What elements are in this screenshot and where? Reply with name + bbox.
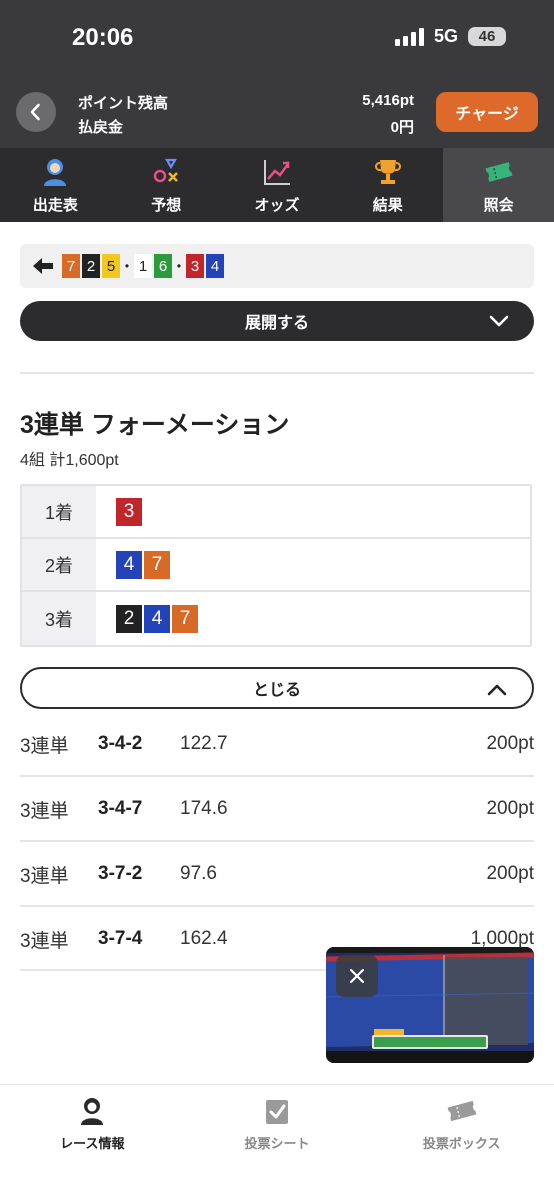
expand-label: 展開する xyxy=(244,315,309,332)
boat-number: 7 xyxy=(144,550,170,579)
bet-type: 3連単 xyxy=(20,930,69,952)
tab-label: 照会 xyxy=(483,196,514,214)
app-header: 20:06 5G 46 ポイント残高 払戻金 5,416pt 0円 チャージ xyxy=(0,0,554,148)
formation-row: 2着 4 7 xyxy=(22,539,530,592)
bet-row: 3連単 3-4-2 122.7 200pt xyxy=(20,712,534,776)
points-value: 5,416pt xyxy=(362,92,414,109)
close-icon xyxy=(349,968,365,984)
status-time: 20:06 xyxy=(72,24,134,51)
refund-label: 払戻金 xyxy=(78,119,124,136)
course-order-strip: 7 2 5 • 1 6 • 3 4 xyxy=(20,244,534,288)
nav-race-info[interactable]: レース情報 xyxy=(0,1085,185,1200)
bet-combination: 3-7-4 xyxy=(98,928,143,949)
section-divider xyxy=(20,372,534,374)
tab-results[interactable]: 結果 xyxy=(332,148,443,222)
place-label: 2着 xyxy=(22,539,96,590)
bet-combination: 3-7-2 xyxy=(98,863,143,884)
bet-combination: 3-4-2 xyxy=(98,733,143,754)
tab-odds[interactable]: オッズ xyxy=(222,148,333,222)
bet-summary: 4組 計1,600pt xyxy=(20,452,119,469)
racer-info-icon xyxy=(81,1098,104,1125)
tab-inquiry[interactable]: 照会 xyxy=(443,148,554,222)
signal-icon xyxy=(394,27,424,46)
bet-amount: 200pt xyxy=(486,863,534,884)
ticket-icon xyxy=(485,161,512,182)
bet-type: 3連単 xyxy=(20,735,69,757)
close-video-button[interactable] xyxy=(336,955,378,997)
tab-label: 出走表 xyxy=(32,196,78,214)
boat-number: 5 xyxy=(102,254,120,278)
formation-table: 1着 3 2着 4 7 3着 2 4 7 xyxy=(20,484,532,647)
boat-number: 2 xyxy=(116,604,142,633)
place-label: 1着 xyxy=(22,486,96,537)
collapse-button[interactable]: とじる xyxy=(20,667,534,709)
prediction-icon xyxy=(153,158,179,182)
bet-combination: 3-4-7 xyxy=(98,798,143,819)
separator-dot: • xyxy=(124,259,130,273)
trophy-icon xyxy=(374,159,401,184)
vote-box-icon xyxy=(447,1100,477,1122)
boat-number: 3 xyxy=(116,497,142,526)
bet-title: 3連単 フォーメーション xyxy=(20,411,290,439)
refund-value: 0円 xyxy=(390,119,414,136)
tab-prediction[interactable]: 予想 xyxy=(111,148,222,222)
chevron-left-icon xyxy=(30,103,40,121)
bottom-navigation: レース情報 投票シート 投票ボックス xyxy=(0,1084,554,1200)
odds-chart-icon xyxy=(263,159,290,185)
nav-vote-box[interactable]: 投票ボックス xyxy=(369,1085,554,1200)
boat-number: 7 xyxy=(62,254,80,278)
battery-icon: 46 xyxy=(468,27,506,46)
top-tabs: 出走表 予想 オッズ 結果 照会 xyxy=(0,148,554,222)
separator-dot: • xyxy=(176,259,182,273)
tab-label: 予想 xyxy=(151,196,182,214)
tab-label: 結果 xyxy=(372,196,403,214)
bet-amount: 200pt xyxy=(486,733,534,754)
formation-row: 1着 3 xyxy=(22,486,530,539)
collapse-label: とじる xyxy=(252,682,301,699)
live-video-player[interactable] xyxy=(326,947,534,1063)
boat-number: 4 xyxy=(144,604,170,633)
racer-icon xyxy=(44,158,67,186)
back-button[interactable] xyxy=(16,92,56,132)
tab-label: オッズ xyxy=(254,196,300,214)
bet-odds: 174.6 xyxy=(180,798,228,819)
nav-label: 投票ボックス xyxy=(422,1136,501,1151)
boat-number: 7 xyxy=(172,604,198,633)
bet-odds: 97.6 xyxy=(180,863,217,884)
points-label: ポイント残高 xyxy=(78,95,169,112)
arrow-left-icon xyxy=(33,258,53,274)
boat-number: 1 xyxy=(134,254,152,278)
bet-odds: 122.7 xyxy=(180,733,228,754)
place-label: 3着 xyxy=(22,592,96,645)
status-indicators: 5G 46 xyxy=(394,26,506,47)
chevron-down-icon xyxy=(489,315,509,327)
expand-button[interactable]: 展開する xyxy=(20,301,534,341)
bet-row: 3連単 3-7-2 97.6 200pt xyxy=(20,842,534,906)
nav-label: レース情報 xyxy=(60,1136,125,1151)
boat-number: 2 xyxy=(82,254,100,278)
boat-number: 3 xyxy=(186,254,204,278)
bet-type: 3連単 xyxy=(20,800,69,822)
vote-sheet-icon xyxy=(266,1100,288,1124)
chevron-up-icon xyxy=(487,684,507,696)
boat-number: 4 xyxy=(116,550,142,579)
formation-row: 3着 2 4 7 xyxy=(22,592,530,645)
nav-vote-sheet[interactable]: 投票シート xyxy=(185,1085,370,1200)
tab-entries[interactable]: 出走表 xyxy=(0,148,111,222)
boat-number: 4 xyxy=(206,254,224,278)
bet-amount: 200pt xyxy=(486,798,534,819)
network-type: 5G xyxy=(433,26,458,46)
bet-row: 3連単 3-4-7 174.6 200pt xyxy=(20,777,534,841)
bet-type: 3連単 xyxy=(20,865,69,887)
nav-label: 投票シート xyxy=(244,1136,310,1151)
charge-button[interactable]: チャージ xyxy=(436,92,538,132)
boat-number: 6 xyxy=(154,254,172,278)
